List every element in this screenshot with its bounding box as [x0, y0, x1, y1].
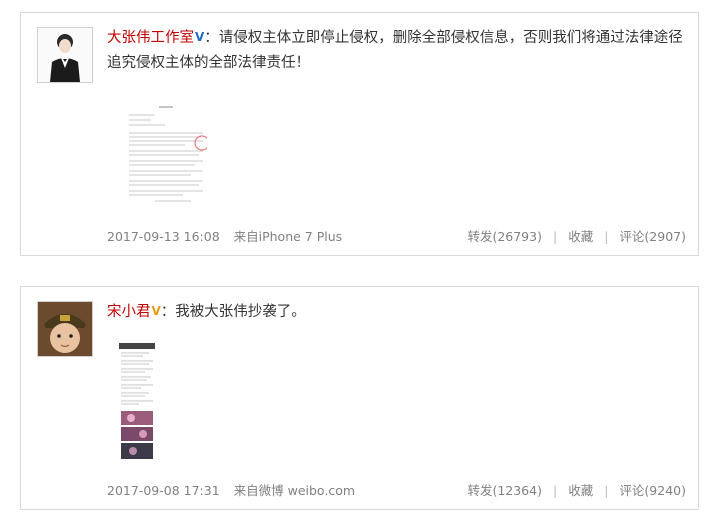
weibo-post-card: 宋小君V：我被大张伟抄袭了。 2017-09-08 17:31 来自微博 wei… — [20, 286, 699, 510]
verified-badge-icon[interactable]: V — [195, 30, 204, 44]
verified-badge-icon[interactable]: V — [152, 304, 161, 318]
child-with-cap-avatar-icon — [38, 302, 92, 356]
screenshot-icon — [119, 343, 155, 461]
author-name[interactable]: 宋小君 — [107, 304, 151, 320]
comment-button[interactable]: 评论(2907) — [619, 229, 686, 244]
post-time[interactable]: 2017-09-08 17:31 — [107, 483, 220, 498]
person-in-suit-avatar-icon — [38, 28, 92, 82]
favorite-button[interactable]: 收藏 — [568, 483, 593, 498]
separator: | — [552, 483, 558, 498]
post-source[interactable]: 来自微博 weibo.com — [234, 483, 355, 498]
post-meta: 2017-09-13 16:08 来自iPhone 7 Plus 转发(2679… — [107, 226, 686, 244]
post-text: 大张伟工作室V：请侵权主体立即停止侵权，删除全部侵权信息，否则我们将通过法律途径… — [107, 25, 686, 76]
avatar[interactable] — [37, 27, 93, 83]
long-screenshot-image[interactable] — [119, 343, 155, 461]
weibo-post-card: 大张伟工作室V：请侵权主体立即停止侵权，删除全部侵权信息，否则我们将通过法律途径… — [20, 12, 699, 256]
repost-button[interactable]: 转发(26793) — [467, 229, 542, 244]
author-name[interactable]: 大张伟工作室 — [107, 30, 194, 46]
post-source[interactable]: 来自iPhone 7 Plus — [234, 229, 343, 244]
comment-button[interactable]: 评论(9240) — [619, 483, 686, 498]
post-content: 我被大张伟抄袭了。 — [175, 304, 306, 320]
favorite-button[interactable]: 收藏 — [568, 229, 593, 244]
separator: | — [604, 229, 609, 244]
colon: ： — [204, 30, 219, 46]
avatar[interactable] — [37, 301, 93, 357]
colon: ： — [160, 304, 176, 320]
repost-button[interactable]: 转发(12364) — [467, 483, 542, 498]
post-meta: 2017-09-08 17:31 来自微博 weibo.com 转发(12364… — [107, 480, 686, 498]
legal-notice-document-image[interactable] — [125, 103, 210, 207]
separator: | — [604, 483, 609, 498]
post-text: 宋小君V：我被大张伟抄袭了。 — [107, 299, 686, 325]
post-time[interactable]: 2017-09-13 16:08 — [107, 229, 220, 244]
document-icon — [125, 103, 210, 207]
separator: | — [552, 229, 558, 244]
